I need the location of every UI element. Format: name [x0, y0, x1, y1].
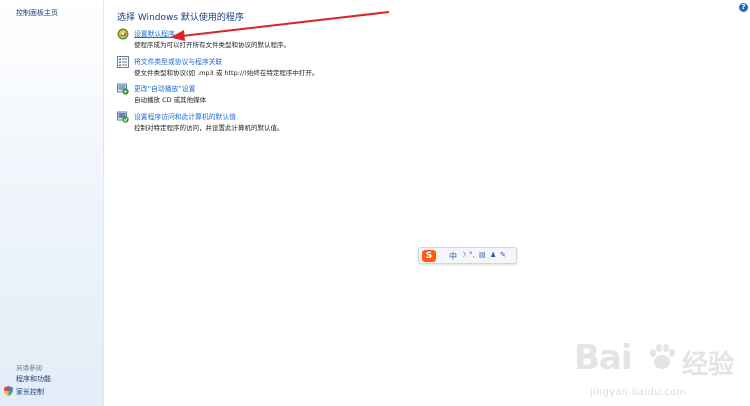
- paw-icon: [650, 344, 675, 369]
- default-programs-icon: [117, 28, 129, 40]
- sidebar-item-programs-and-features[interactable]: 程序和功能: [16, 374, 51, 384]
- user-icon[interactable]: ♟: [490, 251, 496, 259]
- sogou-logo-icon[interactable]: S: [422, 250, 436, 262]
- keyboard-icon[interactable]: ▤: [479, 251, 486, 259]
- sidebar-item-parental-controls[interactable]: 家长控制: [16, 387, 44, 397]
- autoplay-settings-link[interactable]: 更改“自动播放”设置: [134, 83, 195, 93]
- autoplay-icon: [117, 83, 129, 95]
- watermark-brand: Bai: [574, 338, 633, 378]
- watermark-url: jingyan.baidu.com: [590, 387, 687, 398]
- sidebar-item-control-panel-home[interactable]: 控制面板主页: [16, 8, 58, 18]
- program-access-link[interactable]: 设置程序访问和此计算机的默认值: [134, 111, 236, 121]
- sidebar: 控制面板主页 另请参阅 程序和功能 家长控制: [0, 0, 104, 406]
- ime-toolbar: S 中 ☽ °, ▤ ♟ ✎: [418, 247, 517, 264]
- wrench-icon[interactable]: ✎: [500, 251, 506, 259]
- file-association-icon: [117, 56, 129, 68]
- moon-icon[interactable]: ☽: [460, 251, 466, 259]
- shield-icon: [4, 386, 13, 396]
- ime-mode-toggle[interactable]: 中: [449, 251, 457, 262]
- program-access-icon: [117, 111, 129, 123]
- option-description: 使文件类型和协议(如 .mp3 或 http://)始终在特定程序中打开。: [134, 69, 319, 77]
- punctuation-icon[interactable]: °,: [469, 251, 475, 259]
- watermark-cn: 经验: [682, 350, 735, 380]
- help-button[interactable]: ?: [739, 3, 748, 12]
- file-association-link[interactable]: 将文件类型或协议与程序关联: [134, 56, 222, 66]
- option-description: 控制对特定程序的访问，并设置此计算机的默认值。: [134, 124, 284, 132]
- see-also-heading: 另请参阅: [16, 364, 42, 372]
- baidu-watermark: Bai 经验: [572, 338, 748, 384]
- annotation-arrow: [170, 11, 390, 41]
- option-description: 自动播放 CD 或其他媒体: [134, 96, 207, 104]
